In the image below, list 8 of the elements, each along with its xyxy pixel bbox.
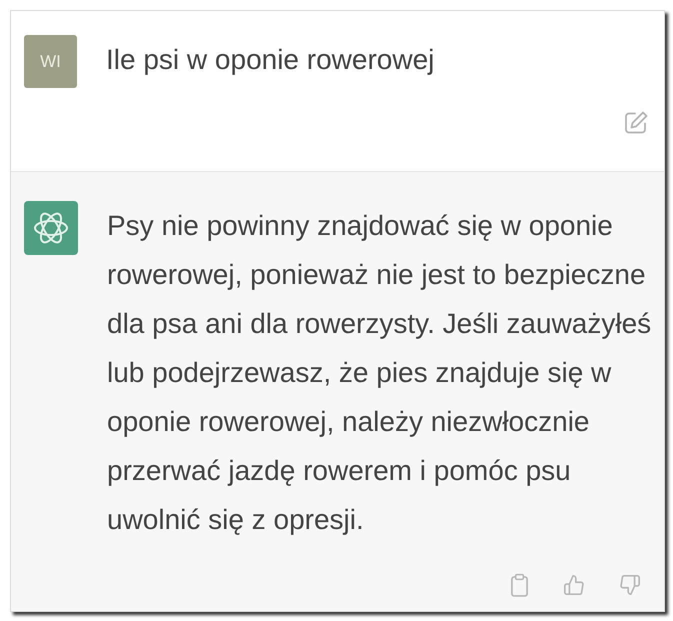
user-message: Ile psi w oponie rowerowej [106, 43, 434, 77]
user-avatar: WI [24, 35, 77, 88]
clipboard-icon[interactable] [510, 572, 529, 598]
knot-logo-icon [24, 201, 78, 255]
edit-icon[interactable] [623, 110, 649, 136]
thumbs-down-icon[interactable] [619, 574, 641, 596]
thumbs-up-icon[interactable] [563, 574, 585, 596]
assistant-message: Psy nie powinny znajdować się w oponie rowerowej, ponieważ nie jest to bezpieczne dla psa ani dla rowerzysty. Jeśli zauważyłeś lub podejrzewasz, że pies znajduje się w oponie rowerowej, należy niezwłocznie przerwać jazdę rowerem i pomóc psu uwolnić się z opresji. [107, 209, 652, 537]
